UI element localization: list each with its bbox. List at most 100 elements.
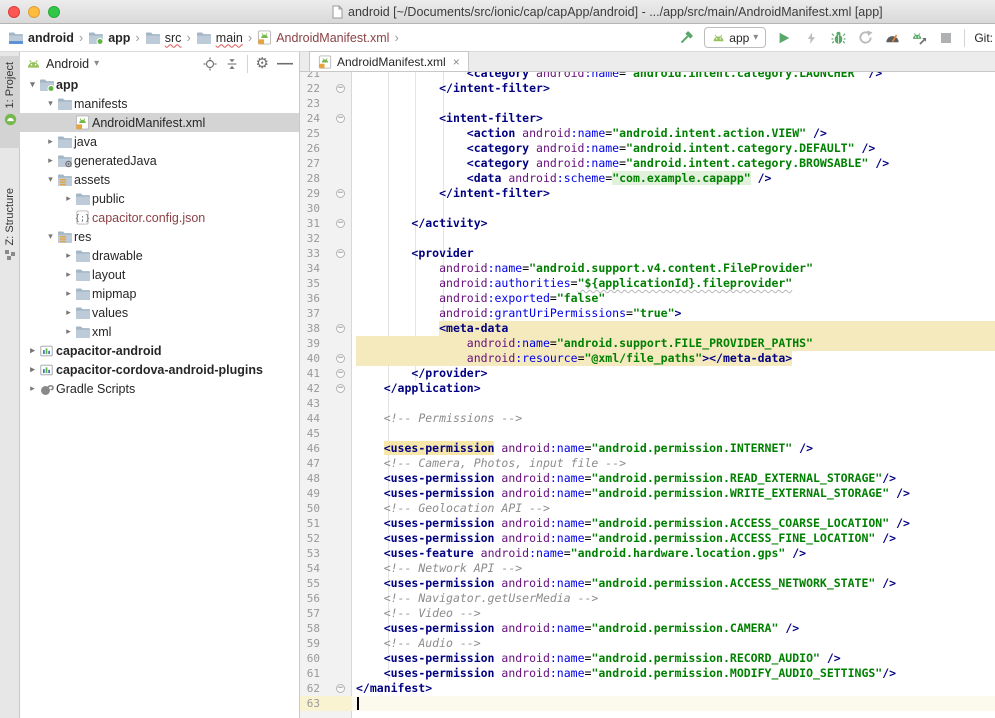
tree-collapsed-arrow-icon[interactable]: ▸ [62, 269, 75, 280]
fold-marker-icon[interactable]: − [336, 189, 345, 198]
code-line-59[interactable]: 59 <!-- Audio --> [300, 636, 995, 651]
code-line-23[interactable]: 23 [300, 96, 995, 111]
code-line-48[interactable]: 48 <uses-permission android:name="androi… [300, 471, 995, 486]
tree-item-capacitor-cordova-android-plugins[interactable]: ▸capacitor-cordova-android-plugins [20, 360, 299, 379]
code-line-61[interactable]: 61 <uses-permission android:name="androi… [300, 666, 995, 681]
tree-collapsed-arrow-icon[interactable]: ▸ [26, 383, 39, 394]
code-line-28[interactable]: 28 <data android:scheme="com.example.cap… [300, 171, 995, 186]
breadcrumb-item-android[interactable]: android [8, 31, 74, 45]
close-window-button[interactable] [8, 6, 20, 18]
build-hammer-icon[interactable] [677, 29, 695, 47]
code-line-47[interactable]: 47 <!-- Camera, Photos, input file --> [300, 456, 995, 471]
fold-marker-icon[interactable]: − [336, 684, 345, 693]
fold-marker-icon[interactable]: − [336, 384, 345, 393]
code-line-56[interactable]: 56 <!-- Navigator.getUserMedia --> [300, 591, 995, 606]
code-line-63[interactable]: 63 [300, 696, 995, 711]
tree-collapsed-arrow-icon[interactable]: ▸ [44, 155, 57, 166]
collapse-all-icon[interactable] [225, 57, 239, 71]
tree-collapsed-arrow-icon[interactable]: ▸ [62, 250, 75, 261]
code-line-33[interactable]: 33− <provider [300, 246, 995, 261]
tree-collapsed-arrow-icon[interactable]: ▸ [44, 136, 57, 147]
tree-collapsed-arrow-icon[interactable]: ▸ [62, 193, 75, 204]
code-line-40[interactable]: 40− android:resource="@xml/file_paths"><… [300, 351, 995, 366]
fold-marker-icon[interactable]: − [336, 324, 345, 333]
tree-item-androidmanifest-xml[interactable]: AndroidManifest.xml [20, 113, 299, 132]
tree-collapsed-arrow-icon[interactable]: ▸ [62, 326, 75, 337]
locate-icon[interactable] [203, 57, 217, 71]
tree-item-res[interactable]: ▾res [20, 227, 299, 246]
code-line-52[interactable]: 52 <uses-permission android:name="androi… [300, 531, 995, 546]
tree-item-drawable[interactable]: ▸drawable [20, 246, 299, 265]
tree-expanded-arrow-icon[interactable]: ▾ [44, 231, 57, 242]
tree-item-layout[interactable]: ▸layout [20, 265, 299, 284]
run-configuration-select[interactable]: app ▾ [704, 27, 766, 48]
project-view-select[interactable]: Android ▾ [26, 57, 99, 71]
tree-item-assets[interactable]: ▾assets [20, 170, 299, 189]
tree-item-java[interactable]: ▸java [20, 132, 299, 151]
code-line-43[interactable]: 43 [300, 396, 995, 411]
tree-item-capacitor-config-json[interactable]: {;}capacitor.config.json [20, 208, 299, 227]
code-line-36[interactable]: 36 android:exported="false" [300, 291, 995, 306]
code-line-39[interactable]: 39 android:name="android.support.FILE_PR… [300, 336, 995, 351]
tree-collapsed-arrow-icon[interactable]: ▸ [62, 288, 75, 299]
tree-item-capacitor-android[interactable]: ▸capacitor-android [20, 341, 299, 360]
fold-marker-icon[interactable]: − [336, 84, 345, 93]
code-line-53[interactable]: 53 <uses-feature android:name="android.h… [300, 546, 995, 561]
tree-collapsed-arrow-icon[interactable]: ▸ [26, 364, 39, 375]
code-line-31[interactable]: 31− </activity> [300, 216, 995, 231]
tree-collapsed-arrow-icon[interactable]: ▸ [62, 307, 75, 318]
code-line-42[interactable]: 42− </application> [300, 381, 995, 396]
tree-item-xml[interactable]: ▸xml [20, 322, 299, 341]
code-line-27[interactable]: 27 <category android:name="android.inten… [300, 156, 995, 171]
breadcrumb-item-app[interactable]: app [88, 31, 130, 45]
code-line-58[interactable]: 58 <uses-permission android:name="androi… [300, 621, 995, 636]
tree-item-values[interactable]: ▸values [20, 303, 299, 322]
settings-gear-icon[interactable]: ⚙ [256, 56, 269, 71]
code-line-54[interactable]: 54 <!-- Network API --> [300, 561, 995, 576]
tool-window-tab-structure[interactable]: Z: Structure [0, 182, 20, 282]
tree-expanded-arrow-icon[interactable]: ▾ [26, 79, 39, 90]
tree-expanded-arrow-icon[interactable]: ▾ [44, 174, 57, 185]
fold-marker-icon[interactable]: − [336, 114, 345, 123]
breadcrumb-item-androidmanifest-xml[interactable]: AndroidManifest.xml [257, 30, 389, 45]
code-line-35[interactable]: 35 android:authorities="${applicationId}… [300, 276, 995, 291]
run-icon[interactable] [775, 29, 793, 47]
hide-panel-icon[interactable]: — [277, 55, 293, 73]
tree-collapsed-arrow-icon[interactable]: ▸ [26, 345, 39, 356]
close-icon[interactable]: × [453, 55, 460, 69]
fold-marker-icon[interactable]: − [336, 354, 345, 363]
code-line-25[interactable]: 25 <action android:name="android.intent.… [300, 126, 995, 141]
maximize-window-button[interactable] [48, 6, 60, 18]
code-line-24[interactable]: 24− <intent-filter> [300, 111, 995, 126]
code-line-57[interactable]: 57 <!-- Video --> [300, 606, 995, 621]
code-line-44[interactable]: 44 <!-- Permissions --> [300, 411, 995, 426]
tree-item-gradle-scripts[interactable]: ▸Gradle Scripts [20, 379, 299, 398]
code-line-38[interactable]: 38− <meta-data [300, 321, 995, 336]
code-area[interactable]: 21 <category android:name="android.inten… [300, 66, 995, 711]
code-line-22[interactable]: 22− </intent-filter> [300, 81, 995, 96]
tree-item-public[interactable]: ▸public [20, 189, 299, 208]
tree-expanded-arrow-icon[interactable]: ▾ [44, 98, 57, 109]
code-line-41[interactable]: 41− </provider> [300, 366, 995, 381]
apply-changes-icon[interactable] [802, 29, 820, 47]
tool-window-tab-project[interactable]: 1: Project [0, 56, 20, 148]
breadcrumb-item-src[interactable]: src [145, 31, 182, 45]
minimize-window-button[interactable] [28, 6, 40, 18]
coverage-icon[interactable] [856, 29, 874, 47]
fold-marker-icon[interactable]: − [336, 249, 345, 258]
fold-marker-icon[interactable]: − [336, 219, 345, 228]
profiler-icon[interactable] [883, 29, 901, 47]
code-line-34[interactable]: 34 android:name="android.support.v4.cont… [300, 261, 995, 276]
code-line-32[interactable]: 32 [300, 231, 995, 246]
debug-icon[interactable] [829, 29, 847, 47]
tree-item-app[interactable]: ▾app [20, 75, 299, 94]
tree-item-mipmap[interactable]: ▸mipmap [20, 284, 299, 303]
git-widget[interactable]: Git: [974, 31, 993, 45]
code-line-29[interactable]: 29− </intent-filter> [300, 186, 995, 201]
code-line-51[interactable]: 51 <uses-permission android:name="androi… [300, 516, 995, 531]
editor-tab-androidmanifest[interactable]: AndroidManifest.xml × [309, 51, 469, 71]
code-line-50[interactable]: 50 <!-- Geolocation API --> [300, 501, 995, 516]
code-line-46[interactable]: 46 <uses-permission android:name="androi… [300, 441, 995, 456]
code-line-45[interactable]: 45 [300, 426, 995, 441]
code-line-26[interactable]: 26 <category android:name="android.inten… [300, 141, 995, 156]
